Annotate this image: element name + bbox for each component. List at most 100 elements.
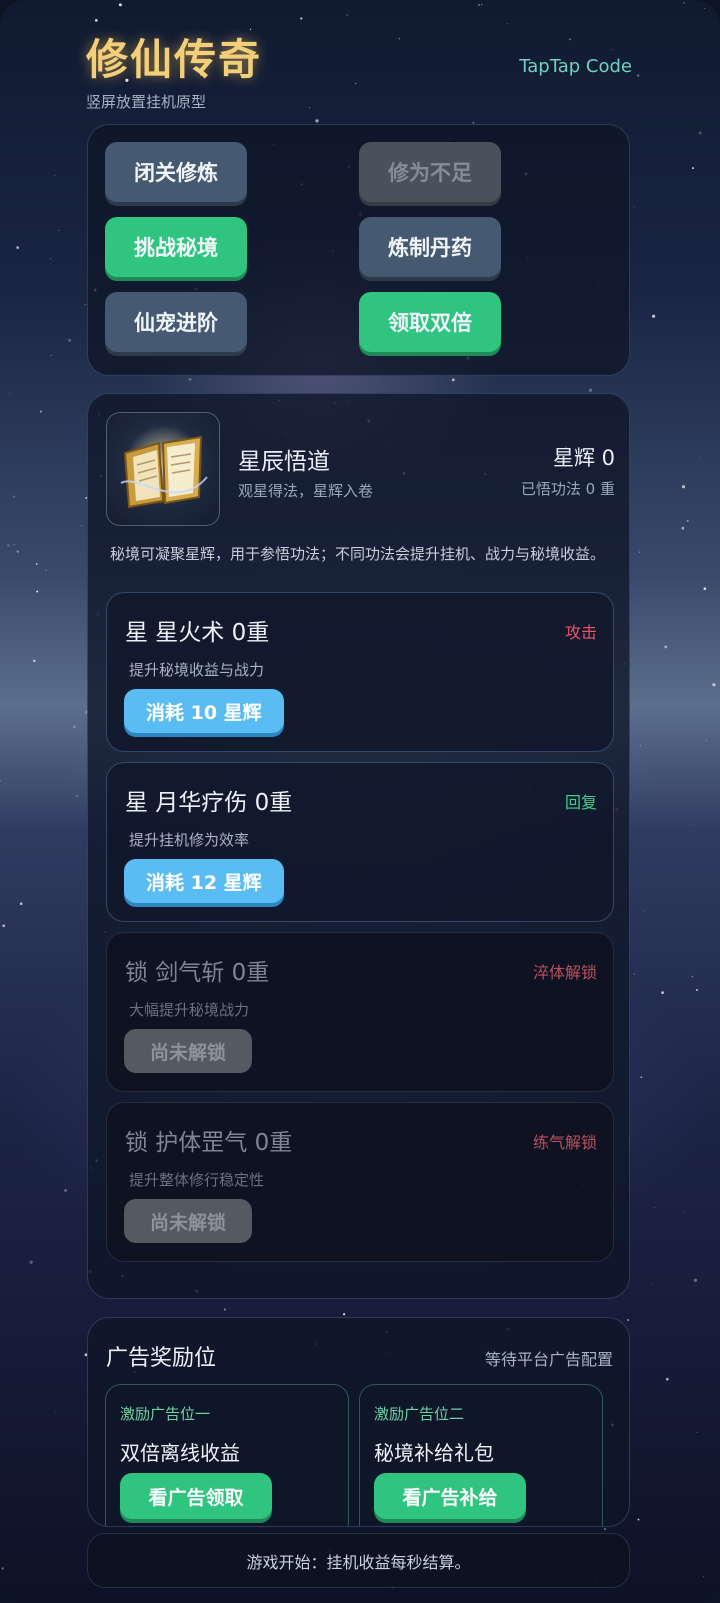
ad-slot-card: 激励广告位一 双倍离线收益 看广告领取 [105, 1384, 349, 1526]
star-dot [50, 258, 52, 260]
star-dot [80, 525, 82, 527]
ad-reward-panel: 广告奖励位 等待平台广告配置 激励广告位一 双倍离线收益 看广告领取 激励广告位… [87, 1317, 630, 1527]
locked-skill-button[interactable]: 尚未解锁 [124, 1029, 252, 1073]
star-dot [699, 457, 701, 459]
star-dot [94, 19, 98, 22]
star-dot [35, 563, 38, 565]
ad-slot-label: 激励广告位一 [120, 1405, 211, 1423]
skill-description: 提升整体修行稳定性 [129, 1171, 265, 1189]
skill-unlock-requirement: 练气解锁 [532, 1133, 597, 1152]
star-dot [39, 410, 42, 413]
star-dot [481, 4, 483, 6]
pet-advance-button[interactable]: 仙宠进阶 [105, 292, 247, 352]
ad-reward-title: 广告奖励位 [106, 1346, 217, 1371]
star-enlightenment-panel: 星辰悟道 观星得法，星辉入卷 星辉 0 已悟功法 0 重 秘境可凝聚星辉，用于参… [87, 393, 630, 1299]
star-dot [477, 3, 480, 6]
star-dot [702, 1576, 705, 1578]
star-dot [664, 645, 668, 649]
star-dot [12, 495, 16, 498]
star-skill-title: 星辰悟道 [238, 449, 330, 475]
star-dot [300, 17, 303, 20]
star-dot [68, 338, 72, 342]
magic-book-icon [106, 412, 220, 526]
taptap-code-link[interactable]: TapTap Code [519, 56, 632, 77]
star-dot [665, 1377, 669, 1381]
star-dot [58, 230, 60, 232]
star-dot [50, 354, 52, 357]
star-count: 星辉 0 [552, 446, 615, 470]
star-skill-subtitle: 观星得法，星辉入卷 [238, 482, 374, 500]
claim-double-button[interactable]: 领取双倍 [359, 292, 501, 352]
star-dot [16, 550, 19, 553]
star-dot [315, 119, 319, 123]
star-description: 秘境可凝聚星辉，用于参悟功法；不同功法会提升挂机、战力与秘境收益。 [110, 545, 606, 563]
star-dot [9, 392, 11, 394]
ad-slot-label: 激励广告位二 [374, 1405, 465, 1423]
skill-card-locked: 锁 护体罡气 0重 练气解锁 提升整体修行稳定性 尚未解锁 [106, 1102, 614, 1262]
skill-description: 大幅提升秘境战力 [129, 1001, 250, 1019]
learn-skill-button[interactable]: 消耗 10 星辉 [124, 689, 284, 733]
star-dot [696, 1431, 698, 1433]
star-dot [683, 2, 685, 4]
star-dot [1, 1567, 4, 1570]
learned-count: 已悟功法 0 重 [520, 480, 615, 498]
ad-slot-card: 激励广告位二 秘境补给礼包 看广告补给 [359, 1384, 603, 1526]
star-dot [696, 989, 698, 991]
star-dot [681, 526, 685, 530]
action-panel: 闭关修炼 修为不足 挑战秘境 炼制丹药 仙宠进阶 领取双倍 [87, 124, 630, 376]
star-dot [706, 740, 707, 741]
skill-description: 提升秘境收益与战力 [129, 661, 265, 679]
skill-card-locked: 锁 剑气斩 0重 淬体解锁 大幅提升秘境战力 尚未解锁 [106, 932, 614, 1092]
learn-skill-button[interactable]: 消耗 12 星辉 [124, 859, 284, 903]
star-dot [703, 587, 707, 591]
star-dot [654, 1207, 656, 1208]
skill-card: 星 星火术 0重 攻击 提升秘境收益与战力 消耗 10 星辉 [106, 592, 614, 752]
skill-unlock-requirement: 淬体解锁 [532, 963, 597, 982]
game-subtitle: 竖屏放置挂机原型 [86, 93, 207, 111]
star-dot [693, 1278, 698, 1282]
star-dot [627, 1319, 630, 1321]
ad-reward-name: 双倍离线收益 [120, 1441, 240, 1465]
star-dot [638, 551, 641, 553]
star-dot [0, 779, 2, 782]
star-dot [33, 659, 36, 663]
skill-name: 星 月华疗伤 0重 [125, 790, 293, 816]
star-dot [683, 1211, 685, 1213]
watch-ad-claim-button[interactable]: 看广告领取 [120, 1473, 272, 1519]
star-dot [54, 175, 56, 177]
skill-card: 星 月华疗伤 0重 回复 提升挂机修为效率 消耗 12 星辉 [106, 762, 614, 922]
star-dot [13, 544, 15, 546]
ad-reward-name: 秘境补给礼包 [374, 1441, 494, 1465]
star-dot [36, 590, 39, 593]
star-dot [636, 74, 640, 77]
skill-tag: 攻击 [564, 623, 597, 642]
star-dot [451, 378, 455, 382]
header: 修仙传奇 竖屏放置挂机原型 TapTap Code [86, 26, 636, 116]
star-dot [633, 973, 635, 975]
star-dot [211, 1600, 213, 1602]
star-dot [7, 544, 10, 547]
game-log-bar: 游戏开始：挂机收益每秒结算。 [87, 1533, 630, 1588]
star-dot [701, 284, 703, 286]
locked-skill-button[interactable]: 尚未解锁 [124, 1199, 252, 1243]
refine-pill-button[interactable]: 炼制丹药 [359, 217, 501, 277]
star-dot [681, 485, 686, 489]
star-dot [661, 991, 665, 995]
star-dot [651, 314, 656, 318]
skill-name: 锁 护体罡气 0重 [125, 1130, 293, 1156]
star-dot [118, 3, 122, 7]
star-dot [72, 725, 76, 729]
breakthrough-button[interactable]: 修为不足 [359, 142, 501, 202]
star-dot [343, 1313, 346, 1316]
star-dot [588, 388, 593, 392]
watch-ad-supply-button[interactable]: 看广告补给 [374, 1473, 526, 1519]
star-dot [639, 744, 642, 747]
star-dot [64, 1189, 67, 1192]
star-dot [45, 569, 47, 571]
star-dot [29, 1260, 33, 1264]
seclusion-cultivate-button[interactable]: 闭关修炼 [105, 142, 247, 202]
star-dot [84, 303, 87, 306]
challenge-realm-button[interactable]: 挑战秘境 [105, 217, 247, 277]
star-dot [19, 902, 23, 905]
star-dot [346, 14, 348, 16]
